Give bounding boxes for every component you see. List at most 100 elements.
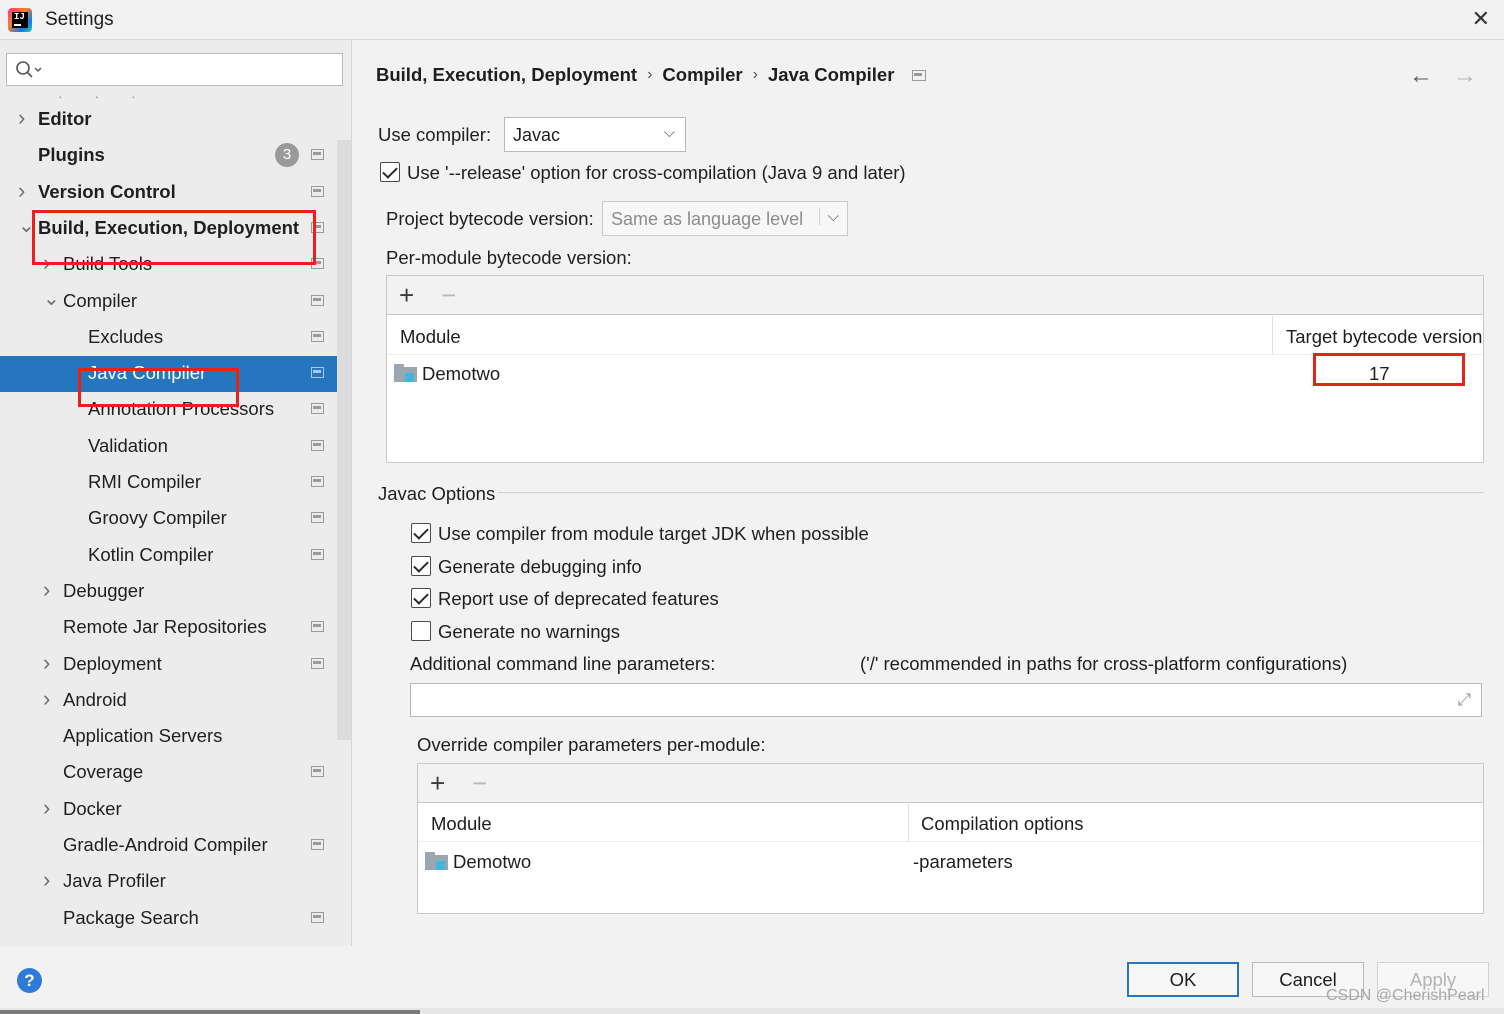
- sidebar-item-label: Editor: [38, 108, 92, 129]
- sidebar-item-groovy-compiler[interactable]: Groovy Compiler: [0, 501, 351, 537]
- project-scope-icon: [311, 439, 324, 451]
- sidebar-item-android[interactable]: › Android: [0, 683, 351, 719]
- option-label-debug-info: Generate debugging info: [438, 556, 642, 577]
- sidebar-item-label: Validation: [88, 434, 168, 456]
- header-divider: [418, 841, 1483, 842]
- override-toolbar: + −: [418, 764, 1483, 803]
- chevron-down-icon[interactable]: ⌄: [18, 213, 35, 237]
- module-name-cell: Demotwo: [453, 851, 532, 872]
- use-compiler-label: Use compiler:: [378, 124, 492, 145]
- back-arrow-icon[interactable]: ←: [1409, 62, 1433, 90]
- help-icon[interactable]: ?: [17, 968, 42, 993]
- project-scope-icon: [311, 221, 324, 233]
- breadcrumb-item-java-compiler: Java Compiler: [767, 64, 895, 86]
- sidebar-item-debugger[interactable]: › Debugger: [0, 574, 351, 610]
- search-icon: [16, 61, 42, 78]
- sidebar-item-remote-jar-repositories[interactable]: Remote Jar Repositories: [0, 610, 351, 646]
- chevron-right-icon[interactable]: ›: [43, 686, 57, 711]
- settings-content: Build, Execution, Deployment › Compiler › Ja…: [353, 40, 1504, 946]
- sidebar-item-label: Debugger: [63, 579, 145, 601]
- project-scope-icon: [311, 911, 324, 923]
- sidebar-item-label: Compiler: [63, 289, 138, 311]
- override-table: + − Module Compilation options Demotwo -…: [417, 763, 1484, 914]
- chevron-right-icon[interactable]: ›: [43, 250, 57, 275]
- chevron-down-icon: ⌵: [663, 124, 675, 141]
- project-bytecode-placeholder: Same as language level: [611, 209, 804, 229]
- sidebar-item-build-execution-deployment[interactable]: ⌄ Build, Execution, Deployment: [0, 211, 351, 247]
- project-bytecode-label: Project bytecode version:: [386, 208, 594, 229]
- sidebar-item-editor[interactable]: › Editor: [0, 102, 351, 138]
- sidebar-item-rmi-compiler[interactable]: RMI Compiler: [0, 465, 351, 501]
- sidebar-scrollbar[interactable]: [337, 140, 351, 740]
- chevron-right-icon[interactable]: ›: [43, 795, 57, 820]
- forward-arrow-icon[interactable]: →: [1453, 62, 1477, 90]
- sidebar-item-docker[interactable]: › Docker: [0, 792, 351, 828]
- project-scope-icon: [311, 258, 324, 270]
- add-icon[interactable]: +: [399, 280, 414, 311]
- breadcrumb-separator: ›: [752, 66, 758, 84]
- sidebar-item-label: Docker: [63, 797, 122, 819]
- intellij-logo-icon: IJ: [8, 8, 32, 32]
- settings-sidebar: · · · › Editor Plugins 3 › Version Control ⌄ Bu…: [0, 40, 352, 946]
- option-label-deprecated: Report use of deprecated features: [438, 588, 719, 609]
- column-header-module[interactable]: Module: [400, 326, 461, 348]
- sidebar-item-annotation-processors[interactable]: Annotation Processors: [0, 392, 351, 428]
- chevron-down-icon[interactable]: ⌄: [43, 286, 60, 310]
- project-scope-icon: [311, 476, 324, 487]
- project-scope-icon: [912, 69, 927, 81]
- sidebar-item-version-control[interactable]: › Version Control: [0, 175, 351, 211]
- additional-params-label: Additional command line parameters:: [410, 653, 716, 674]
- chevron-right-icon[interactable]: ›: [43, 867, 57, 892]
- ok-button[interactable]: OK: [1127, 962, 1239, 997]
- close-icon[interactable]: ✕: [1472, 6, 1490, 32]
- option-checkbox-debug-info[interactable]: [411, 556, 431, 576]
- additional-params-field[interactable]: ⤢: [410, 683, 1482, 717]
- column-header-compilation-options[interactable]: Compilation options: [921, 813, 1083, 835]
- remove-icon[interactable]: −: [472, 768, 487, 799]
- project-scope-icon: [311, 367, 324, 379]
- project-bytecode-dropdown[interactable]: Same as language level ⌵: [602, 201, 848, 236]
- window-title: Settings: [45, 9, 114, 30]
- option-checkbox-no-warnings[interactable]: [411, 621, 431, 641]
- sidebar-item-coverage[interactable]: Coverage: [0, 755, 351, 791]
- project-scope-icon: [311, 657, 324, 669]
- chevron-right-icon[interactable]: ›: [18, 105, 32, 130]
- option-checkbox-deprecated[interactable]: [411, 588, 431, 608]
- sidebar-item-java-profiler[interactable]: › Java Profiler: [0, 864, 351, 900]
- use-compiler-dropdown[interactable]: Javac ⌵: [504, 117, 686, 152]
- sidebar-item-compiler[interactable]: ⌄ Compiler: [0, 284, 351, 320]
- title-bar: IJ Settings ✕: [0, 0, 1504, 40]
- add-icon[interactable]: +: [430, 768, 445, 799]
- sidebar-item-build-tools[interactable]: › Build Tools: [0, 247, 351, 283]
- chevron-right-icon[interactable]: ›: [43, 650, 57, 675]
- expand-icon[interactable]: ⤢: [1457, 690, 1471, 710]
- column-header-target-version[interactable]: Target bytecode version: [1286, 326, 1482, 348]
- remove-icon[interactable]: −: [441, 280, 456, 311]
- sidebar-item-package-search[interactable]: Package Search: [0, 901, 351, 937]
- chevron-right-icon[interactable]: ›: [18, 178, 32, 203]
- chevron-right-icon[interactable]: ›: [43, 577, 57, 602]
- search-field[interactable]: [6, 53, 343, 86]
- column-header-module[interactable]: Module: [431, 813, 492, 835]
- javac-options-title: Javac Options: [378, 483, 496, 504]
- project-scope-icon: [311, 185, 324, 197]
- sidebar-item-excludes[interactable]: Excludes: [0, 320, 351, 356]
- sidebar-item-label: Android: [63, 688, 127, 710]
- header-divider: [387, 354, 1483, 355]
- sidebar-item-java-compiler[interactable]: Java Compiler: [0, 356, 351, 393]
- target-version-cell[interactable]: 17: [1369, 363, 1390, 385]
- compilation-options-cell[interactable]: -parameters: [913, 851, 1013, 873]
- sidebar-item-application-servers[interactable]: Application Servers: [0, 719, 351, 755]
- release-option-checkbox[interactable]: [380, 162, 400, 182]
- sidebar-item-deployment[interactable]: › Deployment: [0, 647, 351, 683]
- sidebar-item-label: Excludes: [88, 325, 164, 347]
- project-scope-icon: [311, 149, 324, 161]
- option-checkbox-target-jdk[interactable]: [411, 523, 431, 543]
- sidebar-item-label: Plugins: [38, 144, 105, 166]
- sidebar-item-validation[interactable]: Validation: [0, 429, 351, 465]
- sidebar-item-plugins[interactable]: Plugins 3: [0, 138, 351, 174]
- watermark: CSDN @CherishPearl: [1326, 987, 1485, 1004]
- sidebar-item-kotlin-compiler[interactable]: Kotlin Compiler: [0, 538, 351, 574]
- search-input[interactable]: [47, 58, 337, 82]
- sidebar-item-gradle-android-compiler[interactable]: Gradle-Android Compiler: [0, 828, 351, 864]
